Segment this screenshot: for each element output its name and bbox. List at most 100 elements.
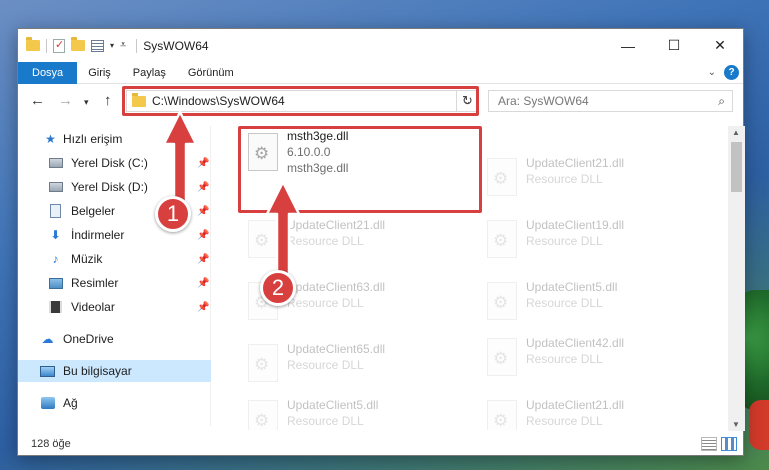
status-bar: 128 öğe [18,433,743,455]
pin-icon[interactable]: 📌 [197,230,209,241]
file-description: Resource DLL [287,296,364,310]
help-icon[interactable]: ? [724,65,739,80]
sidebar-item-label: Belgeler [71,204,116,218]
minimize-button[interactable]: — [605,29,651,62]
tab-view[interactable]: Görünüm [177,62,245,84]
file-explorer-window: ▾ ⩡ SysWOW64 — ☐ ✕ Dosya Giriş Paylaş Gö… [17,28,745,456]
sidebar-item-label: Bu bilgisayar [63,364,132,378]
documents-icon [48,204,63,219]
sidebar-item-label: Resimler [71,276,119,290]
ribbon-tabs: Dosya Giriş Paylaş Görünüm ⌄ ? [18,61,743,84]
chevron-down-icon[interactable]: ▾ [110,41,114,50]
tab-file[interactable]: Dosya [18,61,78,84]
dll-file-icon [487,400,517,430]
sidebar-item-label: Müzik [71,252,103,266]
file-name: UpdateClient19.dll [526,218,625,232]
file-description: Resource DLL [287,414,364,428]
dll-file-icon [487,158,517,196]
videos-icon [48,300,63,315]
dll-file-icon [487,338,517,376]
file-name: UpdateClient5.dll [526,280,618,294]
pin-icon[interactable]: 📌 [197,254,209,265]
file-item[interactable]: UpdateClient21.dll Resource DLL [477,150,697,204]
sidebar-item-label: OneDrive [63,332,114,346]
file-description: Resource DLL [526,172,603,186]
scroll-down-icon[interactable]: ▼ [732,420,740,429]
file-name: UpdateClient65.dll [287,342,386,356]
file-description: Resource DLL [287,358,364,372]
window-controls: — ☐ ✕ [605,29,743,62]
sidebar-item-network[interactable]: Ağ [18,392,211,414]
file-name: UpdateClient21.dll [526,156,625,170]
new-folder-icon[interactable] [71,37,85,51]
file-description: Resource DLL [526,414,603,428]
expand-ribbon-icon[interactable]: ⌄ [708,67,716,78]
callout-badge-1: 1 [155,196,191,232]
scrollbar-thumb[interactable] [731,142,742,192]
window-title: SysWOW64 [143,38,209,53]
navigation-bar: ← → ▾ ↑ C:\Windows\SysWOW64 ⌄ ↻ Ara: Sys… [18,86,743,116]
dll-file-icon [248,344,278,382]
file-description: Resource DLL [526,234,603,248]
sidebar-item-label: Yerel Disk (C:) [71,156,148,170]
downloads-icon: ⬇ [50,228,61,242]
ribbon-controls: ⌄ ? [708,65,739,80]
pin-icon[interactable]: 📌 [197,302,209,313]
file-name: UpdateClient42.dll [526,336,625,350]
file-description: Resource DLL [526,296,603,310]
search-icon[interactable]: ⌕ [718,94,732,109]
pin-icon[interactable]: 📌 [197,278,209,289]
recent-locations-icon[interactable]: ▾ [84,97,89,108]
file-item[interactable]: UpdateClient5.dll Resource DLL [238,392,458,430]
dll-file-icon [487,282,517,320]
search-placeholder: Ara: SysWOW64 [498,94,589,108]
sidebar-item-label: İndirmeler [71,228,125,242]
properties-icon[interactable] [91,39,104,52]
details-view-icon[interactable] [701,437,717,451]
item-count: 128 öğe [31,438,71,450]
dll-file-icon [487,220,517,258]
file-description: Resource DLL [526,352,603,366]
onedrive-icon: ☁ [41,332,54,346]
file-item[interactable]: UpdateClient5.dll Resource DLL [477,274,697,328]
search-input[interactable]: Ara: SysWOW64 ⌕ [488,90,733,112]
sidebar-item-pictures[interactable]: Resimler 📌 [18,272,211,294]
file-item[interactable]: UpdateClient19.dll Resource DLL [477,212,697,266]
scroll-up-icon[interactable]: ▲ [732,128,740,137]
properties-check-icon[interactable] [53,38,65,53]
desktop-wallpaper-flower [749,400,769,450]
title-bar: ▾ ⩡ SysWOW64 — ☐ ✕ [18,29,743,62]
folder-icon [26,37,40,51]
title-divider [136,38,138,53]
sidebar-item-this-pc[interactable]: Bu bilgisayar [18,360,211,382]
back-arrow-icon[interactable]: ← [30,92,45,109]
up-arrow-icon[interactable]: ↑ [104,92,112,109]
sidebar-item-label: Ağ [63,396,78,410]
tab-share[interactable]: Paylaş [122,62,177,84]
maximize-button[interactable]: ☐ [651,29,697,62]
dll-file-icon [248,400,278,430]
forward-arrow-icon[interactable]: → [58,92,73,109]
network-icon [40,396,55,411]
callout-badge-2: 2 [260,270,296,306]
sidebar-item-videos[interactable]: Videolar 📌 [18,296,211,318]
sidebar-item-label: Hızlı erişim [63,132,123,146]
toolbar-divider [46,38,47,53]
file-item[interactable]: UpdateClient65.dll Resource DLL [238,336,458,390]
vertical-scrollbar[interactable]: ▲ ▼ [728,126,745,431]
file-item[interactable]: UpdateClient42.dll Resource DLL [477,330,697,384]
sidebar-item-music[interactable]: ♪ Müzik 📌 [18,248,211,270]
tab-home[interactable]: Giriş [77,62,122,84]
music-icon: ♪ [52,252,59,266]
this-pc-icon [40,364,55,379]
star-icon: ★ [45,132,56,146]
drive-icon [48,180,63,195]
close-button[interactable]: ✕ [697,29,743,62]
file-item[interactable]: UpdateClient21.dll Resource DLL [477,392,697,430]
pictures-icon [48,276,63,291]
view-toggle [701,437,737,451]
sidebar-item-onedrive[interactable]: ☁ OneDrive [18,328,211,350]
customize-toolbar-icon[interactable]: ⩡ [120,39,126,52]
tiles-view-icon[interactable] [721,437,737,451]
sidebar-item-label: Videolar [71,300,115,314]
